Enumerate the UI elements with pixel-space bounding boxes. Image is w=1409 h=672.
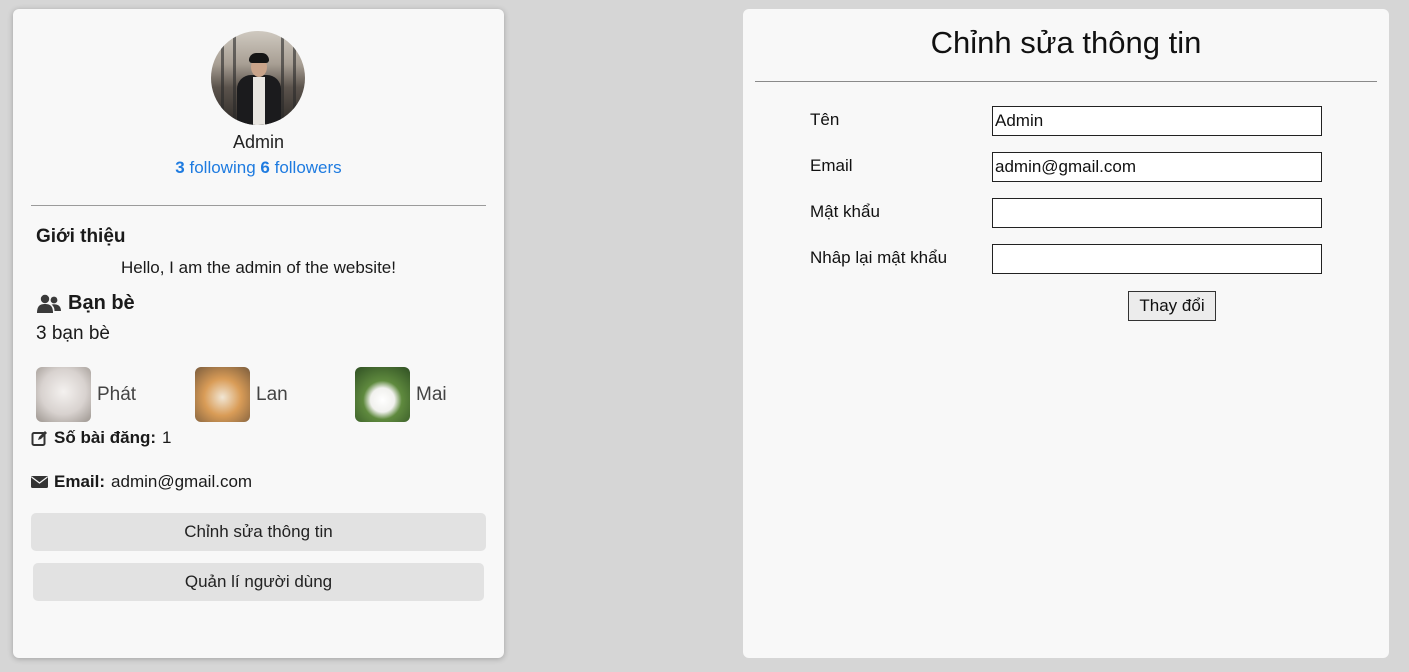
edit-icon xyxy=(31,430,48,447)
friend-avatar xyxy=(195,367,250,422)
friend-item-phat[interactable]: Phát xyxy=(36,367,136,422)
intro-text: Hello, I am the admin of the website! xyxy=(121,258,396,277)
friend-name: Lan xyxy=(256,383,288,405)
email-label: Email: xyxy=(54,472,106,491)
manage-users-button[interactable]: Quản lí người dùng xyxy=(33,563,484,601)
edit-profile-button[interactable]: Chỉnh sửa thông tin xyxy=(31,513,486,551)
password-label: Mật khẩu xyxy=(810,202,880,221)
friend-name: Mai xyxy=(416,383,447,405)
posts-label: Số bài đăng: xyxy=(54,428,156,447)
user-name: Admin xyxy=(232,132,285,152)
friends-title-label: Bạn bè xyxy=(68,292,135,314)
submit-button[interactable]: Thay đổi xyxy=(1128,291,1216,321)
profile-card: Admin 3 following 6 followers Giới thiệu… xyxy=(13,9,504,658)
name-label: Tên xyxy=(810,110,840,129)
edit-form-card: Chỉnh sửa thông tin Tên Email Mật khẩu N… xyxy=(743,9,1389,658)
friend-name: Phát xyxy=(97,383,137,405)
friend-avatar xyxy=(355,367,410,422)
divider xyxy=(31,205,486,206)
name-input[interactable] xyxy=(992,106,1322,136)
friends-title: Bạn bè xyxy=(36,292,135,315)
email-input[interactable] xyxy=(992,152,1322,182)
divider xyxy=(755,81,1377,82)
confirm-password-input[interactable] xyxy=(992,244,1322,274)
email-stat: Email: admin@gmail.com xyxy=(31,472,252,492)
follow-stats[interactable]: 3 following 6 followers xyxy=(13,158,504,178)
email-value: admin@gmail.com xyxy=(111,472,253,491)
followers-count: 6 xyxy=(260,158,270,177)
posts-value: 1 xyxy=(162,428,172,447)
friend-item-lan[interactable]: Lan xyxy=(195,367,288,422)
envelope-icon xyxy=(31,475,48,489)
friend-item-mai[interactable]: Mai xyxy=(355,367,447,422)
posts-stat: Số bài đăng: 1 xyxy=(31,428,171,448)
friend-avatar xyxy=(36,367,91,422)
form-title: Chỉnh sửa thông tin xyxy=(930,25,1202,60)
following-label: following xyxy=(189,158,256,177)
followers-label: followers xyxy=(274,158,342,177)
intro-title: Giới thiệu xyxy=(36,226,126,247)
avatar[interactable] xyxy=(211,31,305,125)
following-count: 3 xyxy=(175,158,185,177)
password-input[interactable] xyxy=(992,198,1322,228)
friends-count: 3 bạn bè xyxy=(36,323,110,344)
confirm-password-label: Nhâp lại mật khẩu xyxy=(810,248,948,267)
users-icon xyxy=(36,294,62,314)
email-label: Email xyxy=(810,156,853,175)
